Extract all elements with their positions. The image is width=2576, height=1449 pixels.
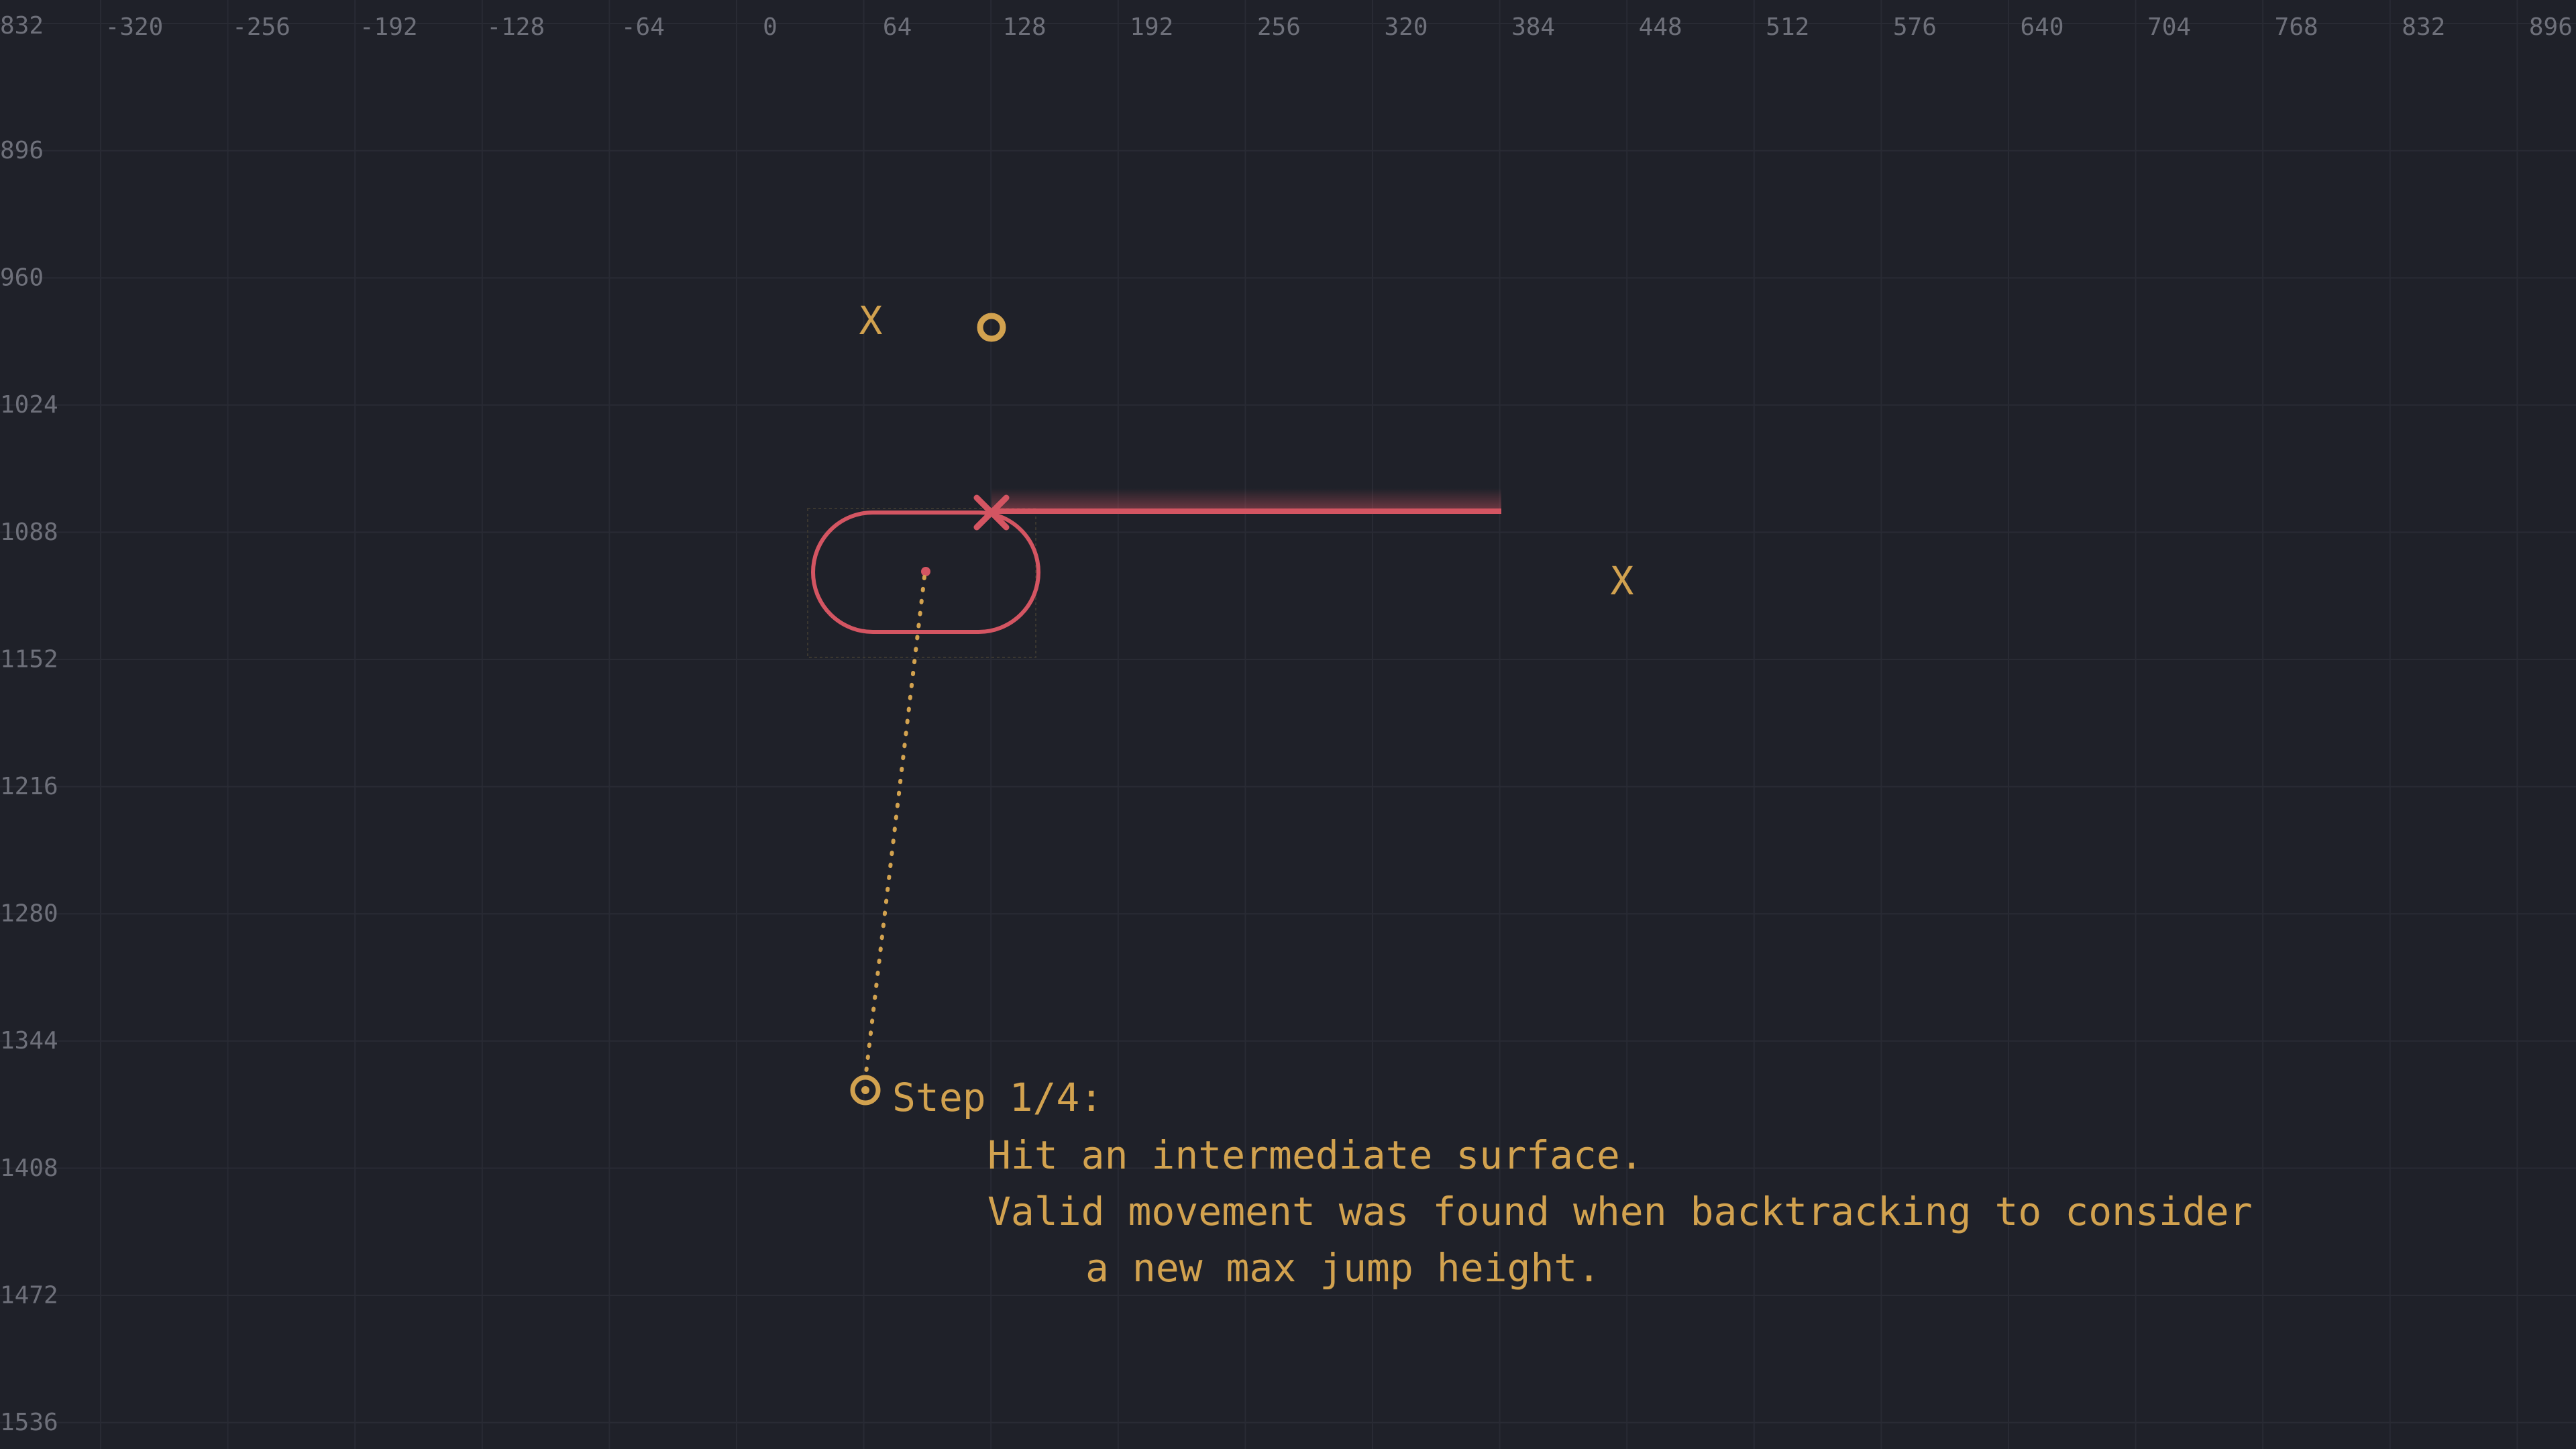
- y-ruler-label: 1280: [0, 900, 58, 928]
- x-ruler-label: 576: [1893, 13, 1937, 41]
- x-axis-ruler: -320 -256 -192 -128 -64 0 64 128 192 256 320 384 448…: [105, 13, 2573, 41]
- y-ruler-label: 1152: [0, 645, 58, 673]
- x-ruler-label: 832: [2402, 13, 2445, 41]
- y-ruler-label: 896: [0, 137, 44, 164]
- x-ruler-label: -256: [232, 13, 290, 41]
- y-ruler-label: 960: [0, 264, 44, 292]
- step-line-2: Valid movement was found when backtracki…: [987, 1189, 2253, 1234]
- x-marker-left-icon[interactable]: X: [859, 298, 883, 343]
- x-ruler-label: 128: [1003, 13, 1046, 41]
- step-line-3: a new max jump height.: [1085, 1245, 1601, 1291]
- step-line-1: Hit an intermediate surface.: [987, 1132, 1644, 1178]
- x-marker-right-icon[interactable]: X: [1611, 558, 1634, 604]
- trajectory-path: [863, 575, 926, 1081]
- x-ruler-label: 192: [1130, 13, 1173, 41]
- x-ruler-label: -320: [105, 13, 164, 41]
- x-ruler-label: 64: [883, 13, 912, 41]
- x-ruler-label: 512: [1766, 13, 1809, 41]
- y-ruler-label: 1344: [0, 1027, 58, 1055]
- player-bounding-box: [807, 508, 1036, 658]
- x-ruler-label: -64: [621, 13, 665, 41]
- x-ruler-label: -192: [360, 13, 418, 41]
- ruler-corner-label: 832: [0, 12, 44, 40]
- y-axis-ruler: 896 960 1024 1088 1152 1216 1280 1344 1408 1472 15…: [0, 137, 58, 1436]
- y-ruler-label: 1472: [0, 1281, 58, 1309]
- x-ruler-label: 448: [1639, 13, 1682, 41]
- y-ruler-label: 1024: [0, 391, 58, 419]
- step-title: Step 1/4:: [892, 1075, 1103, 1120]
- x-ruler-label: 640: [2020, 13, 2063, 41]
- y-ruler-label: 1088: [0, 519, 58, 546]
- x-ruler-label: -128: [486, 13, 545, 41]
- y-ruler-label: 1408: [0, 1155, 58, 1182]
- game-viewport[interactable]: -320 -256 -192 -128 -64 0 64 128 192 256 320 384 448…: [0, 0, 2576, 1449]
- x-ruler-label: 256: [1257, 13, 1301, 41]
- x-ruler-label: 0: [763, 13, 777, 41]
- y-ruler-label: 1536: [0, 1409, 58, 1436]
- x-ruler-label: 768: [2275, 13, 2318, 41]
- step-origin-icon[interactable]: [850, 1075, 881, 1106]
- y-ruler-label: 1216: [0, 773, 58, 800]
- x-ruler-label: 384: [1511, 13, 1555, 41]
- x-ruler-label: 320: [1384, 13, 1428, 41]
- debug-scene: -320 -256 -192 -128 -64 0 64 128 192 256 320 384 448…: [0, 0, 2576, 1449]
- surface-glow: [991, 488, 1501, 511]
- player-center-dot: [921, 567, 930, 576]
- x-ruler-label: 704: [2147, 13, 2191, 41]
- x-ruler-label: 896: [2529, 13, 2573, 41]
